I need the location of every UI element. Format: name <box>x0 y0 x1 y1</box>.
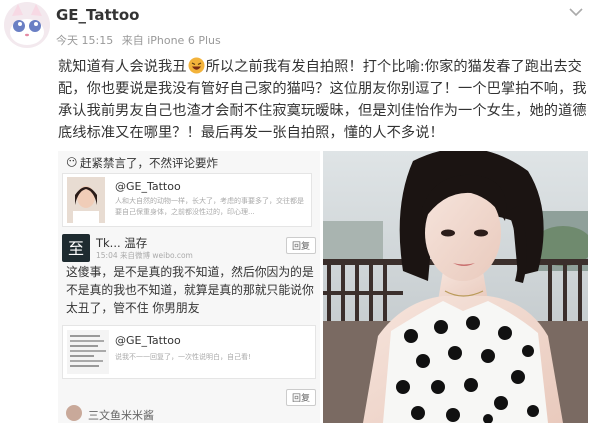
face-emoji-icon: 😶 <box>66 156 78 169</box>
post-header: GE_Tattoo 今天 15:15 来自 iPhone 6 Plus <box>0 0 593 52</box>
post-meta: 今天 15:15 来自 iPhone 6 Plus <box>56 32 226 48</box>
tk-reply-button[interactable]: 回复 <box>286 237 317 254</box>
tk-comment-text: 这傻事，是不是真的我不知道，然后你因为的是不是真的我也不知道，就算是真的那就只能… <box>66 265 314 315</box>
post-body: 就知道有人会说我丑 所以之前我有发自拍照！打个比喻:你家的猫发春了跑出去交配，你也… <box>58 56 588 144</box>
author-avatar[interactable] <box>4 2 50 48</box>
post-time: 今天 15:15 <box>56 34 114 47</box>
quote2-thumb <box>67 330 109 374</box>
svg-text:至: 至 <box>68 239 84 258</box>
post-body-part1: 就知道有人会说我丑 <box>58 59 187 75</box>
quote-card-2: @GE_Tattoo 说我不一一回复了，一次性说明白，自己看! <box>62 325 316 379</box>
quote1-text: 人和大自然的动物一样，长大了，考虑的事要多了，交往都是要自己保重身体，之前都没性… <box>115 197 304 216</box>
quote2-reply-button[interactable]: 回复 <box>286 389 317 406</box>
post-source[interactable]: 来自 iPhone 6 Plus <box>122 34 221 47</box>
tk-meta: 15:04 来自微博 weibo.com <box>96 250 193 261</box>
author-name[interactable]: GE_Tattoo <box>56 6 139 24</box>
image-banner-text: 赶紧禁言了，不然评论要炸 <box>80 156 218 170</box>
selfie-photo <box>323 151 588 423</box>
tk-name[interactable]: Tk... 温存 <box>96 235 147 251</box>
bottom-commenter-name[interactable]: 三文鱼米米酱 <box>88 407 154 423</box>
chevron-down-icon[interactable] <box>567 4 585 18</box>
bottom-commenter-avatar[interactable] <box>66 405 82 421</box>
quote-avatar-thumb <box>67 177 105 223</box>
quote1-name[interactable]: @GE_Tattoo <box>115 180 181 193</box>
tk-source: 来自微博 weibo.com <box>120 251 193 260</box>
tk-avatar[interactable]: 至 <box>62 234 90 262</box>
attached-image-comments[interactable]: 😶 赶紧禁言了，不然评论要炸 @GE_Tattoo 人和大自然的动物一样，长大了… <box>58 151 320 423</box>
tk-time: 15:04 <box>96 251 118 260</box>
attached-image-selfie[interactable] <box>323 151 588 423</box>
quote-card-1: @GE_Tattoo 人和大自然的动物一样，长大了，考虑的事要多了，交往都是要自… <box>62 173 312 227</box>
laughing-emoji-icon <box>188 57 205 74</box>
quote2-text: 说我不一一回复了，一次性说明白，自己看! <box>115 353 251 361</box>
quote2-name[interactable]: @GE_Tattoo <box>115 334 181 347</box>
